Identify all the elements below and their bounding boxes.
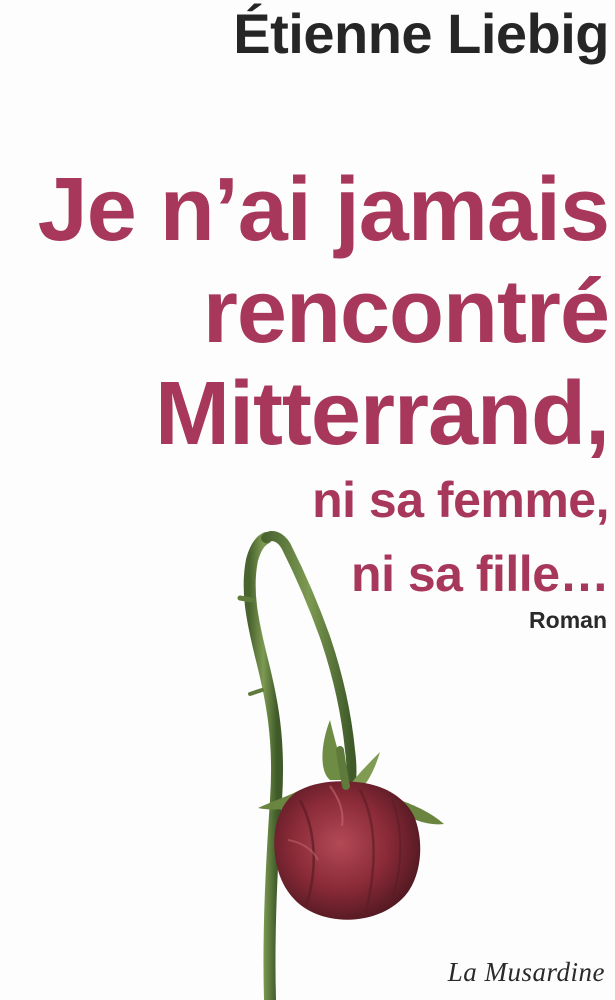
author-name: Étienne Liebig bbox=[233, 2, 609, 65]
title-line-3: Mitterrand, bbox=[154, 364, 610, 464]
genre-label: Roman bbox=[529, 607, 607, 633]
title-line-1: Je n’ai jamais bbox=[37, 160, 610, 260]
book-cover: Étienne Liebig Je n’ai jamais rencontré … bbox=[0, 0, 615, 1000]
publisher-name: La Musardine bbox=[447, 957, 605, 987]
title-line-4: ni sa femme, bbox=[312, 472, 609, 528]
title-line-2: rencontré bbox=[202, 262, 610, 362]
title-line-5: ni sa fille… bbox=[351, 546, 609, 602]
